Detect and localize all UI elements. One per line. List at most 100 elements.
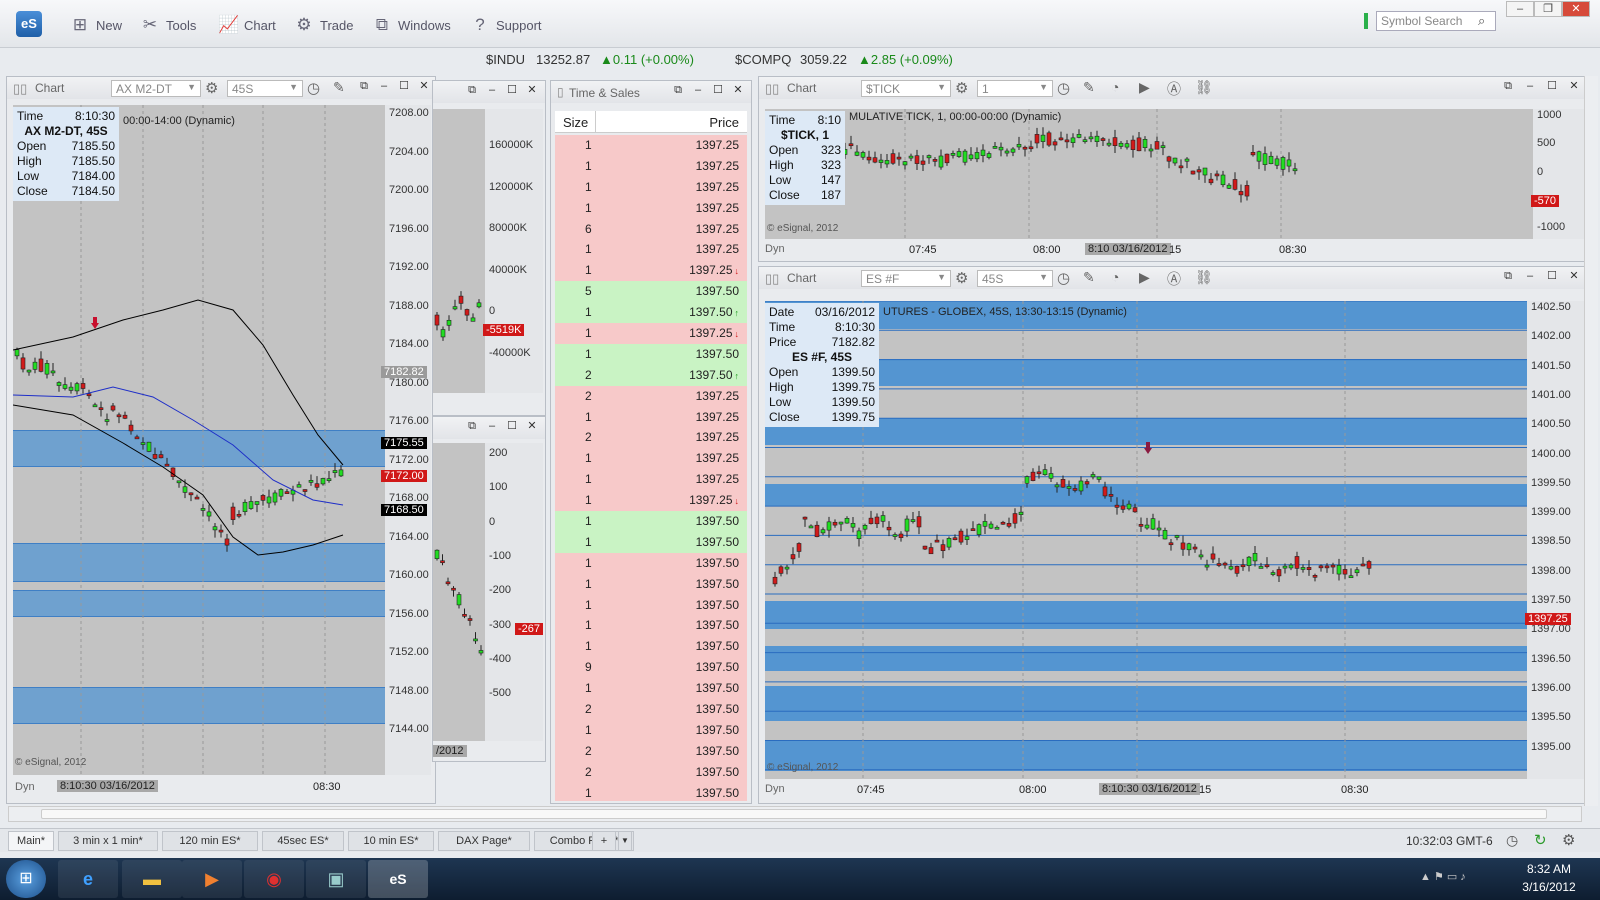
chart-window-volume[interactable]: ⧉ – ☐ ✕ 160000K 120000K 80000K 40000K 0 -4000… — [432, 80, 546, 416]
minimize-icon[interactable]: – — [485, 84, 499, 96]
media-player-icon[interactable]: ▶ — [182, 860, 242, 898]
pencil-icon[interactable]: ✎ — [1083, 269, 1095, 286]
maximize-icon[interactable]: ☐ — [711, 84, 725, 96]
ts-price-header[interactable]: Price — [709, 115, 739, 130]
detach-icon[interactable]: ⧉ — [465, 420, 479, 432]
settings-icon[interactable]: ⚙ — [955, 79, 968, 97]
minimize-icon[interactable]: – — [485, 420, 499, 432]
page-tab[interactable]: 120 min ES* — [162, 831, 258, 851]
refresh-icon[interactable]: ↻ — [1534, 831, 1547, 849]
chart3-plot[interactable] — [433, 443, 485, 741]
close-app-button[interactable]: ✕ — [1562, 1, 1590, 17]
settings-icon[interactable]: ⚙ — [1562, 831, 1575, 849]
chart1-plot[interactable]: Time 8:10:30 AX M2-DT, 45S Open 7185.50 Hi… — [13, 105, 385, 775]
pencil-icon[interactable]: ✎ — [333, 79, 345, 96]
ts-size-header[interactable]: Size — [563, 115, 588, 130]
ts-row[interactable]: 2 1397.25 — [555, 385, 747, 407]
alert-icon[interactable]: Ⓐ — [1167, 269, 1181, 289]
chart4-interval-select[interactable]: 1 ▼ — [977, 80, 1053, 97]
ts-row[interactable]: 1 1397.25 ↓ — [555, 260, 747, 282]
detach-icon[interactable]: ⧉ — [1501, 80, 1515, 92]
chart-window-axm2dt[interactable]: ▯▯ Chart AX M2-DT ▼ ⚙ 45S ▼ ◷ ✎ ⧉ – ☐ ✕ Ti… — [6, 76, 436, 804]
ts-row[interactable]: 1 1397.50 — [555, 719, 747, 741]
chart1-dyn-button[interactable]: Dyn — [15, 781, 35, 793]
close-icon[interactable]: ✕ — [1567, 80, 1581, 92]
horizontal-scrollbar[interactable] — [8, 806, 1582, 822]
vertical-scrollbar[interactable] — [1584, 76, 1598, 806]
maximize-icon[interactable]: ☐ — [1545, 80, 1559, 92]
ts-row[interactable]: 1 1397.25 — [555, 135, 747, 156]
trade-button[interactable]: ⚙ Trade — [294, 15, 353, 35]
support-button[interactable]: ? Support — [470, 15, 541, 35]
ts-row[interactable]: 1 1397.25 ↓ — [555, 490, 747, 512]
ts-row[interactable]: 1 1397.50 — [555, 511, 747, 532]
ts-row[interactable]: 1 1397.25 — [555, 197, 747, 219]
study-icon[interactable]: ◔ — [1111, 79, 1119, 95]
clock-icon[interactable]: ◷ — [307, 79, 320, 97]
settings-icon[interactable]: ⚙ — [955, 269, 968, 287]
page-tab[interactable]: DAX Page* — [438, 831, 530, 851]
close-icon[interactable]: ✕ — [1567, 270, 1581, 282]
time-and-sales-window[interactable]: ▯ Time & Sales ⧉ – ☐ ✕ Size Price 1 1397.… — [550, 80, 752, 804]
chart-window-tick-cumulative[interactable]: ▯▯ Chart $TICK ▼ ⚙ 1 ▼ ◷ ✎ ◔ ▶ Ⓐ ⛓ ⧉ – ☐ ✕… — [758, 76, 1588, 262]
detach-icon[interactable]: ⧉ — [357, 80, 371, 92]
chart-button[interactable]: 📈 Chart — [218, 15, 276, 35]
network-icon[interactable]: ▣ — [306, 860, 366, 898]
ts-row[interactable]: 1 1397.25 ↓ — [555, 323, 747, 344]
chart4-dyn-button[interactable]: Dyn — [765, 243, 785, 255]
close-icon[interactable]: ✕ — [731, 84, 745, 96]
clock-icon[interactable]: ◷ — [1057, 79, 1070, 97]
ie-icon[interactable]: e — [58, 860, 118, 898]
tools-button[interactable]: ✂ Tools — [140, 15, 196, 35]
chart5-interval-select[interactable]: 45S ▼ — [977, 270, 1053, 287]
ts-row[interactable]: 2 1397.50 ↑ — [555, 364, 747, 386]
new-button[interactable]: ⊞ New — [70, 15, 122, 35]
chart1-symbol-select[interactable]: AX M2-DT ▼ — [111, 80, 201, 97]
close-icon[interactable]: ✕ — [417, 80, 431, 92]
minimize-app-button[interactable]: – — [1506, 1, 1534, 17]
study-icon[interactable]: ◔ — [1111, 269, 1119, 285]
chart4-plot[interactable]: Time 8:10 $TICK, 1 Open 323 High 323 Low 147… — [765, 109, 1533, 239]
maximize-icon[interactable]: ☐ — [397, 80, 411, 92]
chart4-symbol-select[interactable]: $TICK ▼ — [861, 80, 951, 97]
page-tab[interactable]: 10 min ES* — [348, 831, 434, 851]
close-icon[interactable]: ✕ — [525, 420, 539, 432]
ts-row[interactable]: 1 1397.50 ↑ — [555, 302, 747, 324]
settings-icon[interactable]: ⚙ — [205, 79, 218, 97]
ts-row[interactable]: 1 1397.50 — [555, 615, 747, 637]
minimize-icon[interactable]: – — [691, 84, 705, 96]
detach-icon[interactable]: ⧉ — [1501, 270, 1515, 282]
tray-icons[interactable]: ▲ ⚑ ▭ ♪ — [1420, 870, 1466, 883]
maximize-icon[interactable]: ☐ — [1545, 270, 1559, 282]
ts-row[interactable]: 1 1397.25 — [555, 239, 747, 261]
ts-row[interactable]: 1 1397.50 — [555, 782, 747, 801]
restore-app-button[interactable]: ❐ — [1534, 1, 1562, 17]
ts-row[interactable]: 1 1397.50 — [555, 573, 747, 595]
scroll-thumb[interactable] — [41, 809, 1547, 819]
ts-row[interactable]: 2 1397.50 — [555, 761, 747, 783]
ts-row[interactable]: 1 1397.25 — [555, 155, 747, 177]
minimize-icon[interactable]: – — [377, 80, 391, 92]
chart1-interval-select[interactable]: 45S ▼ — [227, 80, 303, 97]
chart5-symbol-select[interactable]: ES #F ▼ — [861, 270, 951, 287]
minimize-icon[interactable]: – — [1523, 270, 1537, 282]
ts-list[interactable]: 1 1397.25 1 1397.25 1 1397.25 1 1397.25 6 1397.25… — [555, 135, 747, 801]
ts-row[interactable]: 1 1397.50 — [555, 343, 747, 365]
app-icon[interactable]: ◉ — [244, 860, 304, 898]
alert-icon[interactable]: Ⓐ — [1167, 79, 1181, 99]
chart-window-es[interactable]: ▯▯ Chart ES #F ▼ ⚙ 45S ▼ ◷ ✎ ◔ ▶ Ⓐ ⛓ ⧉ – ☐… — [758, 266, 1588, 804]
pencil-icon[interactable]: ✎ — [1083, 79, 1095, 96]
ts-row[interactable]: 2 1397.25 — [555, 427, 747, 449]
ts-row[interactable]: 9 1397.50 — [555, 657, 747, 679]
esignal-taskbar-icon[interactable]: eS — [368, 860, 428, 898]
link-icon[interactable]: ⛓ — [1195, 79, 1213, 96]
windows-button[interactable]: ⧉ Windows — [372, 15, 451, 35]
ts-row[interactable]: 1 1397.50 — [555, 552, 747, 574]
folder-icon[interactable]: ▬ — [122, 860, 182, 898]
clock-icon[interactable]: ◷ — [1057, 269, 1070, 287]
minimize-icon[interactable]: – — [1523, 80, 1537, 92]
chart-window-tick[interactable]: ⧉ – ☐ ✕ 200 100 0 -100 -200 -300 -400 -500 -267… — [432, 416, 546, 762]
ts-row[interactable]: 1 1397.25 — [555, 176, 747, 198]
ts-row[interactable]: 1 1397.25 — [555, 469, 747, 491]
ts-row[interactable]: 1 1397.50 — [555, 531, 747, 553]
